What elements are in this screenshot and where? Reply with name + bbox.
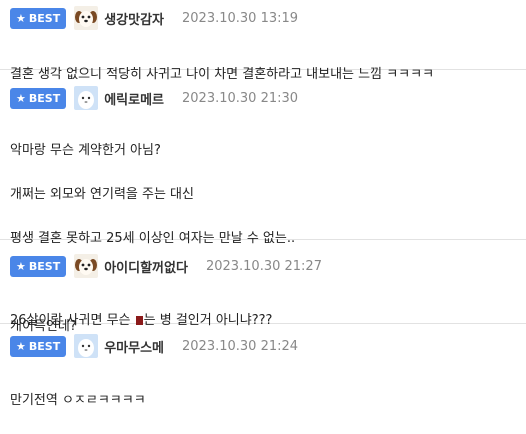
timestamp: 2023.10.30 21:24 xyxy=(182,338,299,354)
comment-line: 악마랑 무슨 계약한거 아님? xyxy=(10,143,161,158)
best-badge: ★ BEST xyxy=(10,255,67,277)
star-icon: ★ xyxy=(16,259,26,273)
nickname[interactable]: 아이디할꺼없다 xyxy=(104,257,188,276)
comment-header: ★ BEST 에릭로메르 2023.10.30 21:30 xyxy=(10,84,516,112)
comment-list: ★ BEST 생강맛감자 2023.10.30 13:19 결혼 생각 없으니 … xyxy=(0,0,526,408)
white-animal-avatar[interactable] xyxy=(74,334,99,358)
best-badge: ★ BEST xyxy=(10,87,67,109)
comment-item: ★ BEST 에릭로메르 2023.10.30 21:30 악마랑 무슨 계약한… xyxy=(0,70,526,334)
nickname[interactable]: 에릭로메르 xyxy=(104,89,164,108)
comment-item: ★ BEST 우마무스메 2023.10.30 21:24 만기전역 ㅇㅈㄹㅋㅋ… xyxy=(0,324,526,408)
star-icon: ★ xyxy=(16,11,26,25)
comment-body: 만기전역 ㅇㅈㄹㅋㅋㅋㅋ xyxy=(10,368,516,434)
dog-face-avatar[interactable] xyxy=(74,6,99,30)
comment-line: 만기전역 ㅇㅈㄹㅋㅋㅋㅋ xyxy=(10,393,146,408)
star-icon: ★ xyxy=(16,91,26,105)
comment-header: ★ BEST 생강맛감자 2023.10.30 13:19 xyxy=(10,4,516,32)
best-badge: ★ BEST xyxy=(10,7,67,29)
comment-header: ★ BEST 아이디할꺼없다 2023.10.30 21:27 xyxy=(10,252,516,280)
star-icon: ★ xyxy=(16,339,26,353)
nickname[interactable]: 우마무스메 xyxy=(104,337,164,356)
white-animal-avatar[interactable] xyxy=(74,86,99,110)
comment-line: 개쩌는 외모와 연기력을 주는 대신 xyxy=(10,187,194,202)
nickname[interactable]: 생강맛감자 xyxy=(104,9,164,28)
timestamp: 2023.10.30 21:27 xyxy=(205,258,322,274)
best-badge: ★ BEST xyxy=(10,335,67,357)
dog-face-avatar[interactable] xyxy=(74,254,99,278)
comment-header: ★ BEST 우마무스메 2023.10.30 21:24 xyxy=(10,332,516,360)
timestamp: 2023.10.30 21:30 xyxy=(182,90,299,106)
timestamp: 2023.10.30 13:19 xyxy=(182,10,299,26)
comment-item: ★ BEST 생강맛감자 2023.10.30 13:19 결혼 생각 없으니 … xyxy=(0,0,526,82)
censored-emoticon xyxy=(135,316,143,325)
comment-item: ★ BEST 아이디할꺼없다 2023.10.30 21:27 26살이랑 사귀… xyxy=(0,240,526,328)
